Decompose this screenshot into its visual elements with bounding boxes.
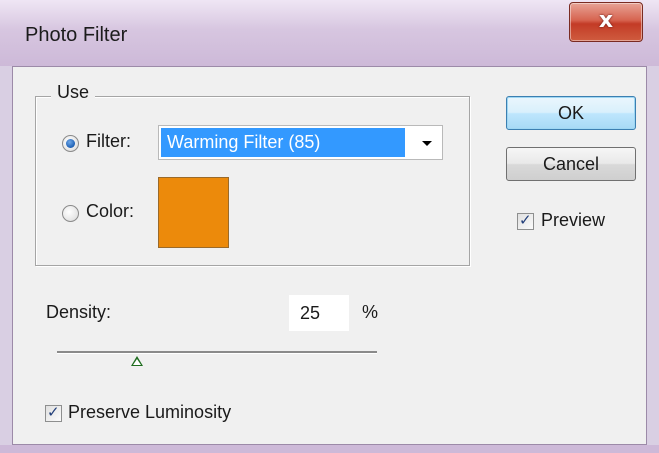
preserve-luminosity-label[interactable]: Preserve Luminosity — [68, 402, 231, 423]
density-slider-track[interactable] — [57, 351, 377, 354]
title-bar[interactable]: Photo Filter x — [0, 0, 659, 66]
color-swatch[interactable] — [158, 177, 229, 248]
preview-checkbox[interactable]: ✓ — [517, 211, 534, 230]
chevron-down-icon[interactable] — [422, 141, 432, 146]
filter-dropdown-value: Warming Filter (85) — [161, 128, 405, 157]
color-label: Color: — [86, 201, 135, 221]
checkmark-icon: ✓ — [47, 403, 60, 421]
density-input[interactable]: 25 — [289, 295, 349, 331]
preview-label[interactable]: Preview — [541, 210, 605, 231]
photo-filter-dialog: Photo Filter x Use Filter: Warming Filte… — [0, 0, 659, 453]
checkmark-icon: ✓ — [519, 211, 532, 229]
close-button[interactable]: x — [569, 2, 643, 42]
filter-dropdown[interactable]: Warming Filter (85) — [158, 125, 443, 160]
cancel-button[interactable]: Cancel — [506, 147, 636, 181]
use-group-legend: Use — [51, 82, 96, 103]
density-slider-thumb-icon[interactable] — [131, 356, 143, 366]
window-frame-bottom — [0, 445, 659, 453]
radio-selected-dot-icon — [66, 139, 75, 148]
window-title: Photo Filter — [25, 24, 128, 46]
close-icon: x — [598, 8, 614, 33]
filter-label: Filter: — [86, 131, 131, 151]
density-unit-label: % — [362, 302, 379, 322]
filter-radio-button[interactable] — [62, 135, 79, 152]
color-radio-button[interactable] — [62, 205, 79, 222]
ok-button[interactable]: OK — [506, 96, 636, 130]
density-label: Density: — [46, 302, 112, 322]
use-group-box: Use — [35, 82, 470, 266]
preserve-luminosity-checkbox[interactable]: ✓ — [45, 403, 62, 422]
